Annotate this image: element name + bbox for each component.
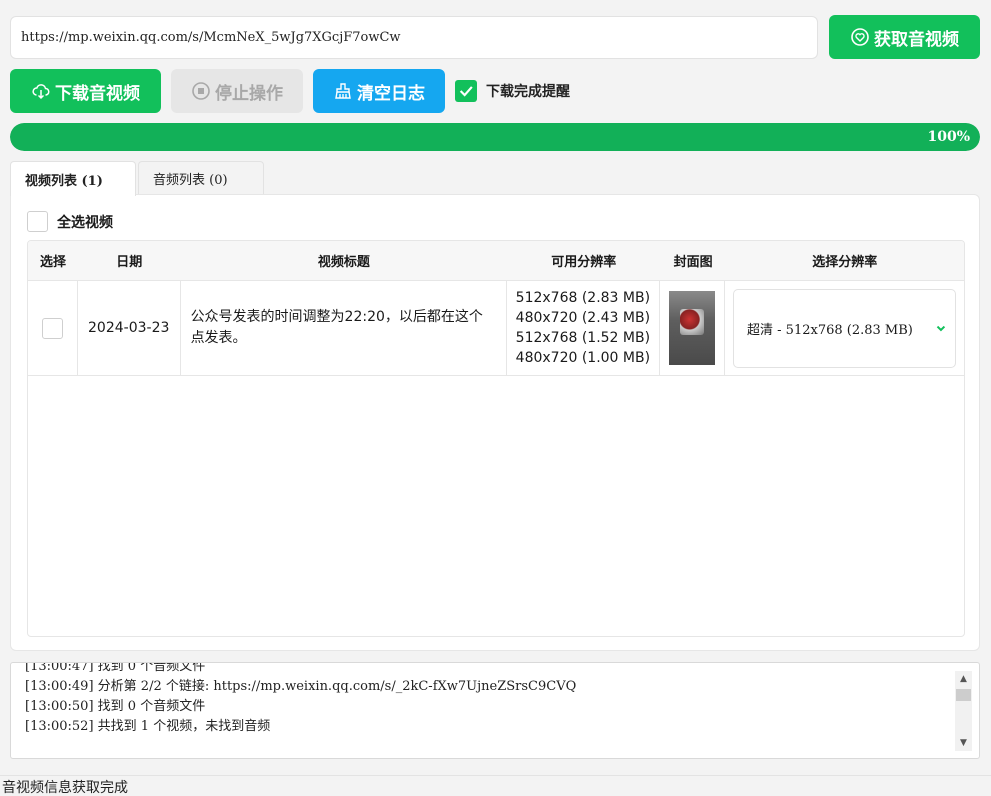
app-window: 获取音视频 下载音视频 停止操作 清空日志 下载完成提醒 100% <box>0 0 991 796</box>
resolution-option: 512x768 (1.52 MB) <box>515 330 651 346</box>
chevron-down-icon <box>936 325 946 332</box>
cover-image <box>680 309 705 335</box>
download-media-label: 下载音视频 <box>55 83 140 104</box>
column-header-resolutions: 可用分辨率 <box>551 255 617 270</box>
stop-operation-button[interactable]: 停止操作 <box>171 69 303 113</box>
log-line: [13:00:52] 共找到 1 个视频，未找到音频 <box>25 719 271 734</box>
video-list-panel: 全选视频 选择 日期 视频标题 可用分辨率 封面图 选择分辨率 2024-03-… <box>10 194 980 651</box>
row-checkbox[interactable] <box>41 317 63 339</box>
row-date: 2024-03-23 <box>78 281 181 375</box>
log-scrollbar[interactable]: ▲ ▼ <box>955 671 972 751</box>
column-header-cover: 封面图 <box>673 255 713 270</box>
log-line: [13:00:50] 找到 0 个音频文件 <box>25 699 206 714</box>
scroll-thumb[interactable] <box>956 689 971 701</box>
download-notify-option[interactable]: 下载完成提醒 <box>455 80 570 102</box>
select-all-checkbox[interactable] <box>27 211 48 232</box>
tab-video-list[interactable]: 视频列表 (1) <box>10 161 136 196</box>
tab-audio-label: 音频列表 (0) <box>153 173 228 188</box>
select-all-label: 全选视频 <box>57 214 113 231</box>
download-media-button[interactable]: 下载音视频 <box>10 69 161 113</box>
log-area[interactable]: [13:00:47] 找到 0 个音频文件 [13:00:49] 分析第 2/2… <box>10 662 980 759</box>
stop-circle-icon <box>192 82 210 100</box>
log-lines: [13:00:47] 找到 0 个音频文件 [13:00:49] 分析第 2/2… <box>25 662 950 737</box>
scroll-up-arrow-icon[interactable]: ▲ <box>955 671 972 687</box>
status-text: 音视频信息获取完成 <box>2 780 128 796</box>
log-line: [13:00:49] 分析第 2/2 个链接: https://mp.weixi… <box>25 679 577 694</box>
video-table: 选择 日期 视频标题 可用分辨率 封面图 选择分辨率 2024-03-23 公众… <box>27 240 965 637</box>
resolution-select-value: 超清 - 512x768 (2.83 MB) <box>747 322 913 338</box>
row-title: 公众号发表的时间调整为22:20，以后都在这个点发表。 <box>181 281 507 375</box>
fetch-media-button[interactable]: 获取音视频 <box>829 15 980 59</box>
stop-operation-label: 停止操作 <box>215 83 283 104</box>
resolution-list: 512x768 (2.83 MB) 480x720 (2.43 MB) 512x… <box>507 288 650 368</box>
column-header-date: 日期 <box>116 255 143 270</box>
resolution-select[interactable]: 超清 - 512x768 (2.83 MB) <box>733 288 957 368</box>
resolution-option: 480x720 (1.00 MB) <box>515 350 651 366</box>
url-input[interactable] <box>10 16 818 59</box>
progress-bar: 100% <box>10 123 980 151</box>
column-header-title: 视频标题 <box>317 255 370 270</box>
row-resolutions-cell: 512x768 (2.83 MB) 480x720 (2.43 MB) 512x… <box>507 281 661 375</box>
broom-icon <box>335 83 351 99</box>
heart-circle-icon <box>851 28 869 46</box>
progress-fill <box>10 123 980 151</box>
table-header: 选择 日期 视频标题 可用分辨率 封面图 选择分辨率 <box>28 241 964 281</box>
fetch-media-label: 获取音视频 <box>874 29 959 50</box>
notify-checkbox[interactable] <box>455 80 477 102</box>
select-all-videos[interactable]: 全选视频 <box>27 211 113 232</box>
row-choose-resolution-cell: 超清 - 512x768 (2.83 MB) <box>725 281 964 375</box>
row-cover-cell <box>660 281 726 375</box>
tab-video-label: 视频列表 (1) <box>25 173 103 189</box>
progress-text: 100% <box>927 129 970 145</box>
column-header-select: 选择 <box>39 255 66 270</box>
row-select-cell <box>28 281 78 375</box>
check-icon <box>459 86 473 97</box>
cloud-download-icon <box>32 84 50 100</box>
log-line: [13:00:47] 找到 0 个音频文件 <box>25 662 206 674</box>
clear-log-button[interactable]: 清空日志 <box>313 69 445 113</box>
scroll-down-arrow-icon[interactable]: ▼ <box>955 735 972 751</box>
resolution-option: 512x768 (2.83 MB) <box>515 290 651 306</box>
table-row[interactable]: 2024-03-23 公众号发表的时间调整为22:20，以后都在这个点发表。 5… <box>28 281 964 376</box>
status-bar: 音视频信息获取完成 <box>0 775 991 796</box>
resolution-option: 480x720 (2.43 MB) <box>515 310 651 326</box>
clear-log-label: 清空日志 <box>357 83 425 104</box>
cover-thumbnail[interactable] <box>669 291 716 365</box>
tab-audio-list[interactable]: 音频列表 (0) <box>138 161 264 195</box>
notify-label: 下载完成提醒 <box>486 84 570 100</box>
column-header-choose-resolution: 选择分辨率 <box>812 255 878 270</box>
